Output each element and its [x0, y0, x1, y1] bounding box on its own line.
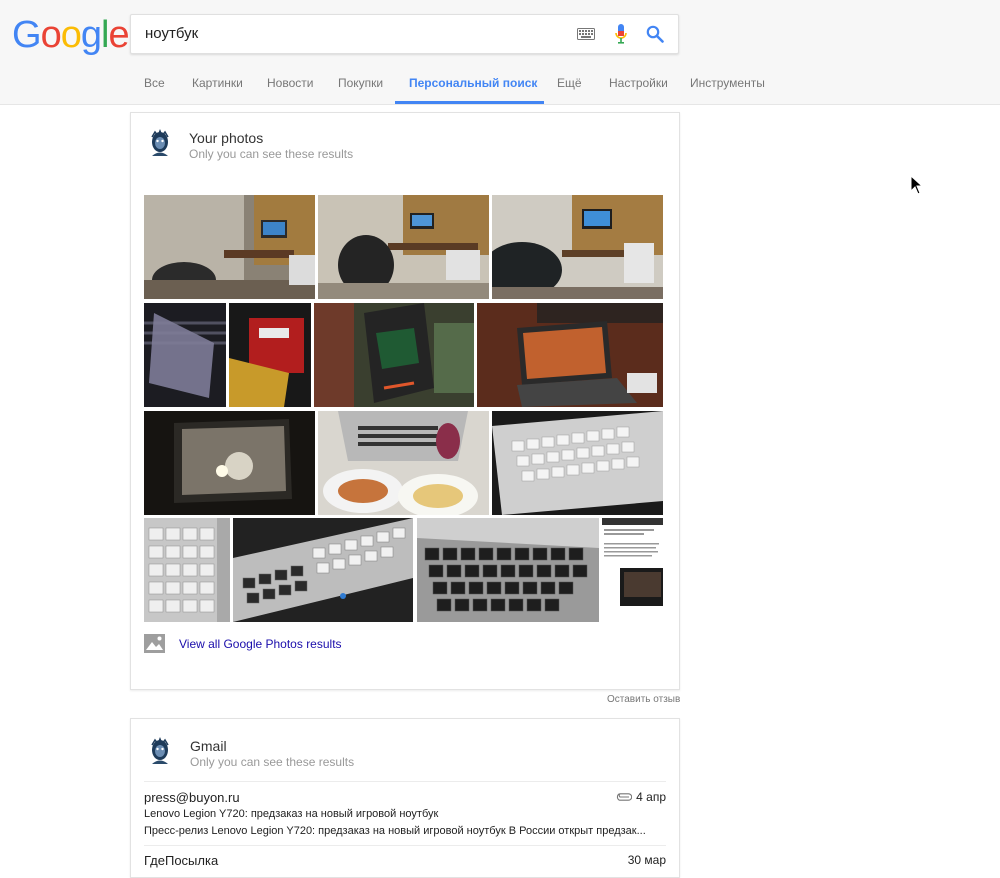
photos-card-subtitle: Only you can see these results: [189, 147, 354, 161]
logo-letter: o: [40, 14, 62, 56]
photo-thumbnail[interactable]: [144, 411, 315, 515]
email-date: 30 мар: [627, 853, 666, 867]
tab-personal-search[interactable]: Персональный поиск: [409, 76, 537, 90]
photo-thumbnail[interactable]: [492, 411, 663, 515]
photo-thumbnail[interactable]: [318, 411, 489, 515]
photos-card-title: Your photos: [189, 130, 264, 146]
avatar: [147, 129, 173, 159]
tab-tools[interactable]: Инструменты: [690, 76, 765, 90]
tab-settings[interactable]: Настройки: [609, 76, 668, 90]
active-tab-underline: [395, 101, 544, 104]
google-logo[interactable]: Google: [12, 13, 130, 57]
photo-thumbnail[interactable]: [477, 303, 663, 407]
logo-letter: l: [100, 14, 110, 56]
email-item[interactable]: ГдеПосылка 30 мар: [144, 853, 666, 870]
tab-more[interactable]: Ещё: [557, 76, 582, 90]
logo-letter: g: [80, 14, 102, 56]
email-date: 4 апр: [636, 790, 666, 804]
tab-news[interactable]: Новости: [267, 76, 313, 90]
microphone-icon[interactable]: [614, 24, 628, 44]
photo-thumbnail[interactable]: [144, 303, 226, 407]
divider: [144, 781, 666, 782]
photo-thumbnail[interactable]: [144, 518, 230, 622]
gmail-card-title: Gmail: [190, 738, 227, 754]
photo-thumbnail[interactable]: [314, 303, 474, 407]
search-tabs: Все Картинки Новости Покупки Персональны…: [0, 64, 1000, 105]
photo-thumbnail[interactable]: [229, 303, 311, 407]
photo-thumbnail[interactable]: [318, 195, 489, 299]
search-box: [130, 14, 679, 54]
header-bar: Google Все Картинки Новости Покупки: [0, 0, 1000, 105]
gmail-card-subtitle: Only you can see these results: [190, 755, 355, 769]
photo-thumbnail[interactable]: [417, 518, 599, 622]
email-snippet: Пресс-релиз Lenovo Legion Y720: предзака…: [144, 825, 646, 837]
photo-thumbnail[interactable]: [492, 195, 663, 299]
logo-letter: e: [108, 14, 129, 56]
feedback-link[interactable]: Оставить отзыв: [607, 694, 680, 705]
email-sender: press@buyon.ru: [144, 790, 240, 805]
tab-shopping[interactable]: Покупки: [338, 76, 383, 90]
attachment-icon: [616, 793, 632, 801]
tab-images[interactable]: Картинки: [192, 76, 243, 90]
email-item[interactable]: press@buyon.ru 4 апр Lenovo Legion Y720:…: [144, 790, 666, 842]
mouse-cursor-icon: [910, 175, 923, 195]
search-input[interactable]: [145, 15, 565, 53]
logo-letter: o: [60, 14, 82, 56]
divider: [144, 845, 666, 846]
image-icon: [144, 634, 165, 653]
photo-thumbnail[interactable]: [233, 518, 413, 622]
email-sender: ГдеПосылка: [144, 853, 219, 868]
search-icon[interactable]: [646, 25, 664, 43]
tab-all[interactable]: Все: [144, 76, 165, 90]
photo-thumbnail[interactable]: [144, 195, 315, 299]
email-subject: Lenovo Legion Y720: предзаказ на новый и…: [144, 808, 439, 820]
photo-thumbnail[interactable]: [602, 518, 663, 622]
logo-letter: G: [12, 14, 42, 56]
view-all-photos-link[interactable]: View all Google Photos results: [179, 637, 342, 651]
keyboard-icon[interactable]: [577, 28, 595, 40]
avatar: [147, 737, 173, 767]
